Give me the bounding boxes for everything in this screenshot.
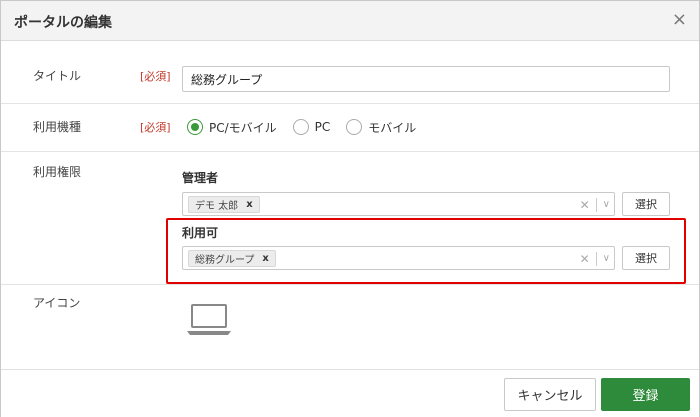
radio-label: モバイル (368, 120, 417, 135)
cancel-button[interactable]: キャンセル (504, 378, 596, 411)
laptop-icon[interactable] (186, 303, 232, 337)
device-radio-group: PC/モバイル PC モバイル (187, 116, 432, 138)
admin-heading: 管理者 (182, 171, 219, 185)
register-button[interactable]: 登録 (601, 378, 690, 411)
row-divider (1, 151, 699, 152)
device-required-badge: [必須] (140, 121, 171, 134)
radio-pc-mobile[interactable]: PC/モバイル (187, 119, 277, 136)
clear-icon[interactable]: ✕ (580, 252, 590, 266)
select-controls: ✕ ∨ (580, 250, 610, 267)
tag-label: デモ 太郎 (195, 201, 239, 212)
title-input[interactable] (182, 66, 670, 92)
radio-checked-icon (187, 119, 203, 135)
tag-remove-icon[interactable]: x (246, 199, 252, 210)
icon-label: アイコン (33, 296, 81, 310)
dialog-header: ポータルの編集 × (1, 1, 699, 41)
radio-unchecked-icon (346, 119, 363, 135)
admin-select-button[interactable]: 選択 (622, 192, 670, 216)
permission-label: 利用権限 (33, 165, 82, 179)
radio-unchecked-icon (292, 119, 309, 135)
title-label: タイトル (33, 69, 82, 83)
usable-tag: 総務グループ x (188, 250, 276, 267)
tag-remove-icon[interactable]: x (262, 253, 268, 264)
radio-pc[interactable]: PC (292, 119, 331, 135)
clear-icon[interactable]: ✕ (580, 198, 590, 212)
admin-tag: デモ 太郎 x (188, 196, 260, 213)
usable-select[interactable]: 総務グループ x ✕ ∨ (182, 246, 615, 270)
select-controls: ✕ ∨ (580, 196, 610, 213)
separator (595, 197, 597, 212)
radio-mobile[interactable]: モバイル (346, 119, 416, 136)
dialog-title: ポータルの編集 (14, 15, 112, 31)
chevron-down-icon[interactable]: ∨ (603, 253, 610, 264)
title-required-badge: [必須] (140, 70, 171, 83)
portal-edit-dialog: ポータルの編集 × タイトル [必須] 利用機種 [必須] PC/モバイル PC… (0, 0, 700, 417)
row-divider (1, 103, 699, 104)
tag-label: 総務グループ (195, 255, 255, 266)
device-label: 利用機種 (33, 120, 82, 134)
admin-select[interactable]: デモ 太郎 x ✕ ∨ (182, 192, 615, 216)
separator (595, 251, 597, 266)
chevron-down-icon[interactable]: ∨ (603, 199, 610, 210)
radio-label: PC/モバイル (209, 120, 277, 135)
usable-select-button[interactable]: 選択 (622, 246, 670, 270)
radio-label: PC (314, 120, 331, 134)
row-divider (1, 284, 699, 285)
close-icon[interactable]: × (672, 10, 687, 30)
usable-heading: 利用可 (182, 226, 219, 240)
